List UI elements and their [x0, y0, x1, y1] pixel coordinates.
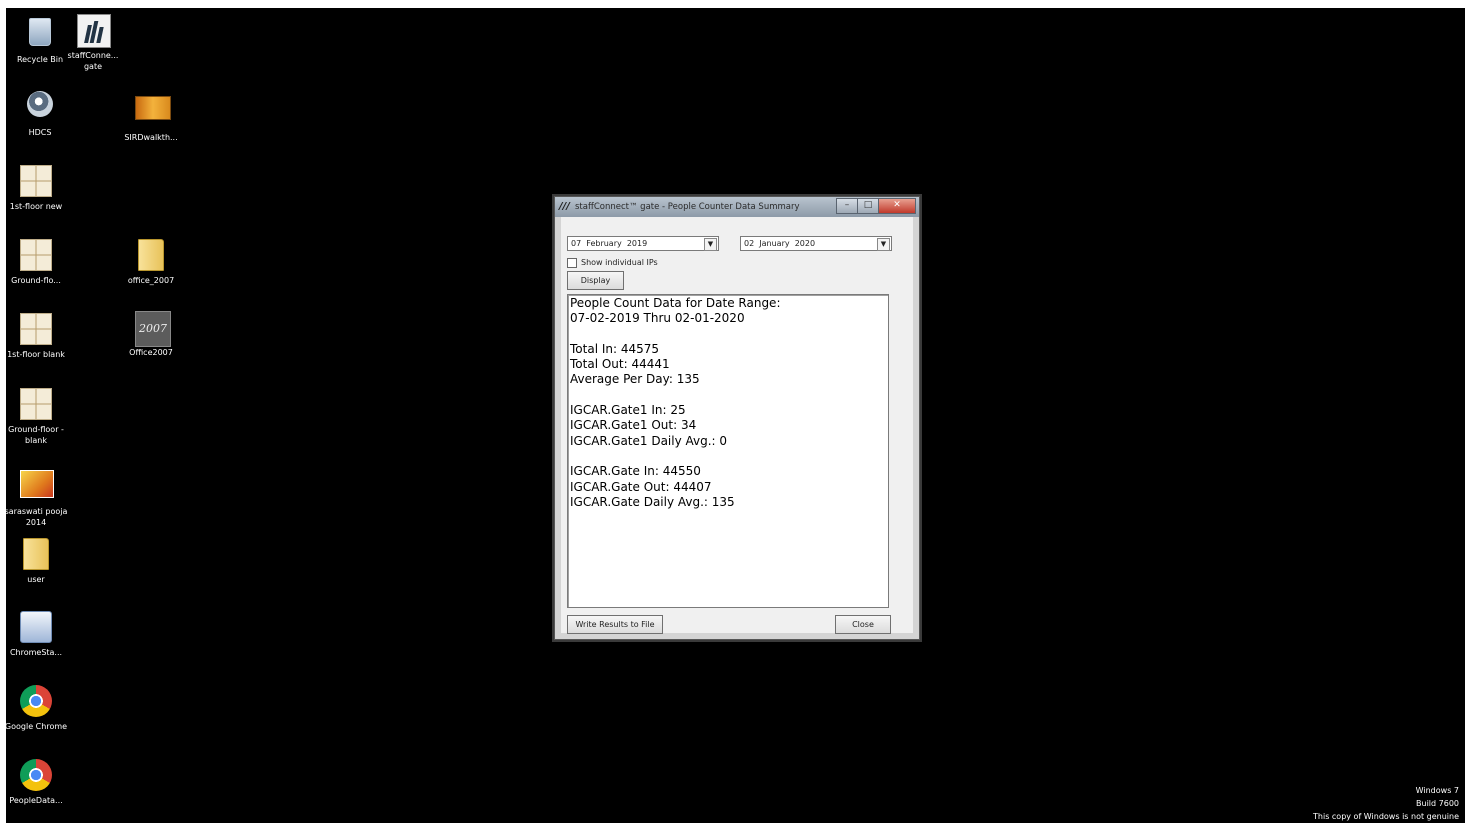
desktop-icon-hdcs[interactable]: HDCS [8, 88, 72, 138]
window-close-button[interactable]: ✕ [878, 198, 916, 214]
webcam-icon [27, 91, 53, 117]
chrome-icon [20, 685, 52, 717]
from-date-picker[interactable]: 07 February 2019 ▼ [567, 236, 719, 251]
desktop-icon-google-chrome[interactable]: Google Chrome [6, 684, 68, 732]
desktop-icon-ground-floor-blank[interactable]: Ground-floor - blank [6, 386, 68, 446]
desktop-icon-user-folder[interactable]: user [6, 536, 68, 585]
desktop-icon-label: ChromeSta... [9, 648, 63, 657]
result-line [570, 449, 888, 464]
office2007-icon: 2007 [135, 311, 171, 347]
installer-icon [20, 611, 52, 643]
desktop-icon-label: 1st-floor new [9, 202, 63, 211]
watermark-line: This copy of Windows is not genuine [1313, 812, 1459, 821]
chrome-icon [20, 759, 52, 791]
desktop-icon-1st-floor-new[interactable]: 1st-floor new [6, 163, 68, 212]
desktop-icon-label: Office2007 [129, 348, 173, 357]
desktop-icon-label: HDCS [28, 128, 52, 137]
desktop-icon-office-2007-folder[interactable]: office_2007 [119, 237, 183, 286]
result-line: IGCAR.Gate1 In: 25 [570, 403, 686, 418]
desktop-icon-ground-floor[interactable]: Ground-flo... [6, 237, 68, 286]
folder-icon [138, 239, 164, 271]
video-file-icon [135, 96, 171, 120]
result-line: IGCAR.Gate1 Out: 34 [570, 418, 697, 433]
watermark-line: Windows 7 [1415, 786, 1459, 795]
maximize-button[interactable]: □ [857, 198, 879, 214]
result-line: People Count Data for Date Range: [570, 296, 781, 310]
floor-plan-icon [20, 313, 52, 345]
title-bar[interactable]: /// staffConnect™ gate - People Counter … [555, 197, 919, 217]
staffconnect-app-icon [77, 14, 111, 48]
result-line [570, 388, 888, 403]
recycle-bin-icon [29, 18, 51, 46]
floor-plan-icon [20, 165, 52, 197]
result-line: Total Out: 44441 [570, 357, 670, 372]
result-line: 07-02-2019 Thru 02-01-2020 [570, 311, 745, 326]
desktop: Recycle Bin staffConne... gate HDCS SIRD… [6, 8, 1465, 823]
desktop-icon-label: user [27, 575, 45, 584]
photo-album-icon [20, 470, 54, 498]
result-line: IGCAR.Gate Out: 44407 [570, 479, 712, 494]
desktop-icon-office2007[interactable]: 2007 Office2007 [119, 311, 183, 358]
show-individual-ips-label: Show individual IPs [581, 258, 658, 267]
desktop-icon-label: office_2007 [127, 276, 175, 285]
desktop-icon-chromesetup[interactable]: ChromeSta... [6, 609, 68, 658]
result-line: IGCAR.Gate1 Daily Avg.: 0 [570, 433, 728, 448]
to-date-picker[interactable]: 02 January 2020 ▼ [740, 236, 892, 251]
windows-watermark: Windows 7 Build 7600 This copy of Window… [1313, 784, 1459, 823]
desktop-icon-label: saraswati pooja 2014 [6, 507, 68, 527]
people-counter-summary-dialog: /// staffConnect™ gate - People Counter … [554, 196, 920, 640]
floor-plan-icon [20, 388, 52, 420]
result-line: IGCAR.Gate In: 44550 [570, 464, 701, 479]
desktop-icon-sirdwalkthrough[interactable]: SIRDwalkth... [119, 88, 183, 143]
desktop-icon-1st-floor-blank[interactable]: 1st-floor blank [6, 311, 68, 360]
desktop-icon-label: 1st-floor blank [7, 350, 65, 359]
desktop-icon-saraswati-pooja[interactable]: saraswati pooja 2014 [6, 466, 68, 528]
dialog-client-area: 07 February 2019 ▼ 02 January 2020 ▼ Sho… [561, 217, 913, 634]
desktop-icon-label: Google Chrome [6, 722, 68, 731]
watermark-line: Build 7600 [1416, 799, 1459, 808]
to-date-value: 02 January 2020 [744, 239, 816, 248]
show-individual-ips-checkbox[interactable] [567, 257, 577, 268]
display-button[interactable]: Display [567, 271, 624, 290]
window-title: staffConnect™ gate - People Counter Data… [575, 202, 800, 212]
folder-icon [23, 538, 49, 570]
close-icon: ✕ [893, 200, 901, 210]
desktop-icon-staffconnect-gate[interactable]: staffConne... gate [61, 14, 125, 72]
result-line: Total In: 44575 [570, 341, 660, 356]
desktop-icon-label: SIRDwalkth... [124, 133, 178, 142]
show-individual-ips-row[interactable]: Show individual IPs [567, 257, 658, 268]
result-line: IGCAR.Gate Daily Avg.: 135 [570, 494, 735, 509]
floor-plan-icon [20, 239, 52, 271]
write-results-to-file-button[interactable]: Write Results to File [567, 615, 663, 634]
desktop-icon-label: staffConne... gate [67, 51, 119, 71]
maximize-icon: □ [863, 200, 873, 210]
minimize-button[interactable]: – [836, 198, 858, 214]
results-textbox[interactable]: People Count Data for Date Range: 07-02-2… [567, 294, 889, 608]
desktop-icon-label: Ground-floor - blank [8, 425, 64, 445]
close-button[interactable]: Close [835, 615, 891, 634]
result-line: Average Per Day: 135 [570, 372, 700, 387]
chevron-down-icon[interactable]: ▼ [704, 238, 717, 251]
result-line [570, 327, 888, 342]
chevron-down-icon[interactable]: ▼ [877, 238, 890, 251]
staffconnect-app-icon: /// [559, 201, 570, 212]
minimize-icon: – [844, 200, 850, 210]
desktop-icon-label: Ground-flo... [11, 276, 61, 285]
desktop-icon-label: PeopleData... [9, 796, 63, 805]
desktop-icon-peopledata[interactable]: PeopleData... [6, 758, 68, 806]
from-date-value: 07 February 2019 [571, 239, 648, 248]
